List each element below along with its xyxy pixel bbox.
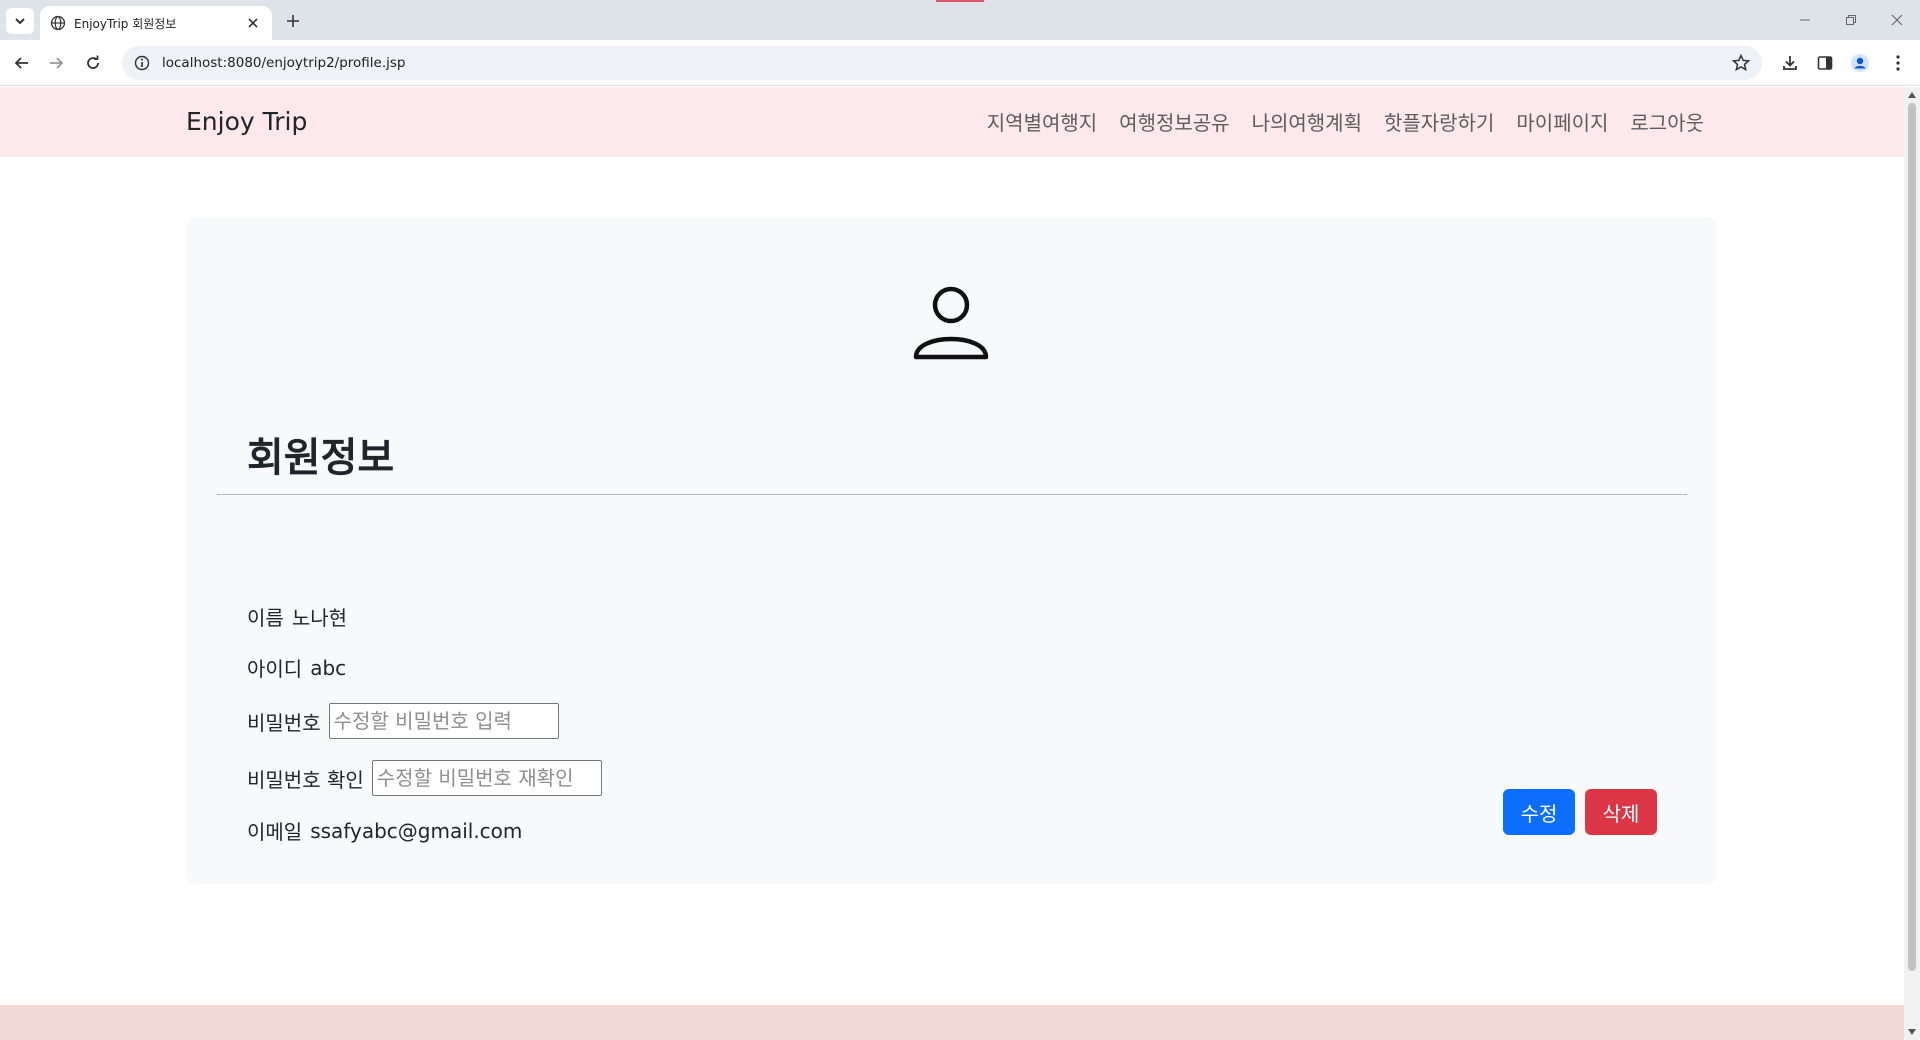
chevron-down-icon — [15, 18, 25, 25]
email-row: 이메일 ssafyabc@gmail.com — [247, 816, 522, 845]
browser-toolbar: localhost:8080/enjoytrip2/profile.jsp — [0, 40, 1920, 86]
new-tab-button[interactable] — [282, 10, 304, 32]
site-brand[interactable]: Enjoy Trip — [186, 107, 307, 136]
nav-link-logout[interactable]: 로그아웃 — [1630, 107, 1704, 136]
scroll-thumb[interactable] — [1908, 103, 1916, 971]
divider — [217, 494, 1687, 495]
triangle-up-icon — [1908, 92, 1916, 98]
scroll-down-arrow[interactable] — [1908, 1027, 1916, 1037]
nav-link-travel-info[interactable]: 여행정보공유 — [1119, 107, 1229, 136]
password-confirm-label: 비밀번호 확인 — [247, 767, 364, 792]
bookmark-button[interactable] — [1731, 53, 1751, 76]
page-title: 회원정보 — [247, 435, 395, 481]
profile-card: 회원정보 이름 노나현 아이디 abc 비밀번호 비밀번호 확인 이메일 ssa… — [187, 217, 1716, 884]
tab-close-button[interactable] — [244, 14, 262, 32]
reload-icon — [87, 55, 99, 69]
arrow-right-icon — [50, 57, 64, 69]
delete-button[interactable]: 삭제 — [1585, 789, 1657, 835]
user-icon — [913, 286, 989, 360]
address-bar[interactable]: localhost:8080/enjoytrip2/profile.jsp — [122, 46, 1762, 80]
nav-link-mypage[interactable]: 마이페이지 — [1516, 107, 1608, 136]
close-window-button[interactable] — [1874, 0, 1920, 40]
downloads-button[interactable] — [1778, 51, 1802, 75]
close-icon — [1891, 14, 1903, 26]
url-text: localhost:8080/enjoytrip2/profile.jsp — [162, 55, 406, 71]
name-label: 이름 — [247, 606, 284, 630]
tab-title: EnjoyTrip 회원정보 — [74, 16, 177, 31]
name-value: 노나현 — [291, 606, 348, 630]
password-row: 비밀번호 — [247, 703, 559, 739]
plus-icon — [287, 15, 299, 27]
profile-button[interactable] — [1848, 51, 1872, 75]
password-input[interactable] — [328, 703, 559, 739]
menu-button[interactable] — [1886, 51, 1910, 75]
page-viewport: Enjoy Trip 지역별여행지 여행정보공유 나의여행계획 핫플자랑하기 마… — [0, 87, 1904, 1040]
forward-button[interactable] — [44, 51, 68, 75]
email-value: ssafyabc@gmail.com — [310, 818, 523, 843]
minimize-button[interactable] — [1782, 0, 1828, 40]
back-button[interactable] — [10, 51, 34, 75]
info-icon — [134, 55, 150, 71]
tab-indicator — [936, 0, 984, 2]
site-navbar: Enjoy Trip 지역별여행지 여행정보공유 나의여행계획 핫플자랑하기 마… — [0, 87, 1904, 157]
browser-tab-active[interactable]: EnjoyTrip 회원정보 — [40, 6, 272, 40]
edit-button[interactable]: 수정 — [1503, 789, 1575, 835]
id-label: 아이디 — [247, 657, 303, 681]
window-controls — [1782, 0, 1920, 40]
profile-icon — [1851, 54, 1869, 72]
password-label: 비밀번호 — [247, 710, 321, 735]
password-confirm-input[interactable] — [371, 760, 602, 796]
restore-icon — [1846, 15, 1856, 25]
scroll-up-arrow[interactable] — [1908, 90, 1916, 100]
star-icon — [1731, 53, 1751, 72]
nav-link-regional-spots[interactable]: 지역별여행지 — [987, 107, 1097, 136]
kebab-menu-icon — [1896, 55, 1900, 71]
restore-button[interactable] — [1828, 0, 1874, 40]
side-panel-button[interactable] — [1813, 51, 1837, 75]
download-icon — [1783, 56, 1797, 70]
browser-tabstrip: EnjoyTrip 회원정보 — [0, 0, 1920, 40]
email-label: 이메일 — [247, 820, 303, 844]
page-scrollbar[interactable] — [1904, 87, 1920, 1040]
id-row: 아이디 abc — [247, 653, 346, 682]
name-row: 이름 노나현 — [247, 602, 347, 631]
side-panel-icon — [1817, 56, 1833, 70]
nav-link-my-plan[interactable]: 나의여행계획 — [1252, 107, 1362, 136]
tab-search-button[interactable] — [6, 8, 34, 34]
id-value: abc — [310, 655, 347, 680]
minimize-icon — [1800, 19, 1810, 21]
password-confirm-row: 비밀번호 확인 — [247, 760, 602, 796]
nav-link-hotplace[interactable]: 핫플자랑하기 — [1384, 107, 1494, 136]
nav-links: 지역별여행지 여행정보공유 나의여행계획 핫플자랑하기 마이페이지 로그아웃 — [987, 107, 1704, 136]
globe-icon — [50, 15, 66, 31]
arrow-left-icon — [14, 57, 28, 69]
triangle-down-icon — [1908, 1029, 1916, 1035]
footer — [0, 1005, 1904, 1040]
close-icon — [248, 18, 258, 28]
reload-button[interactable] — [81, 51, 105, 75]
